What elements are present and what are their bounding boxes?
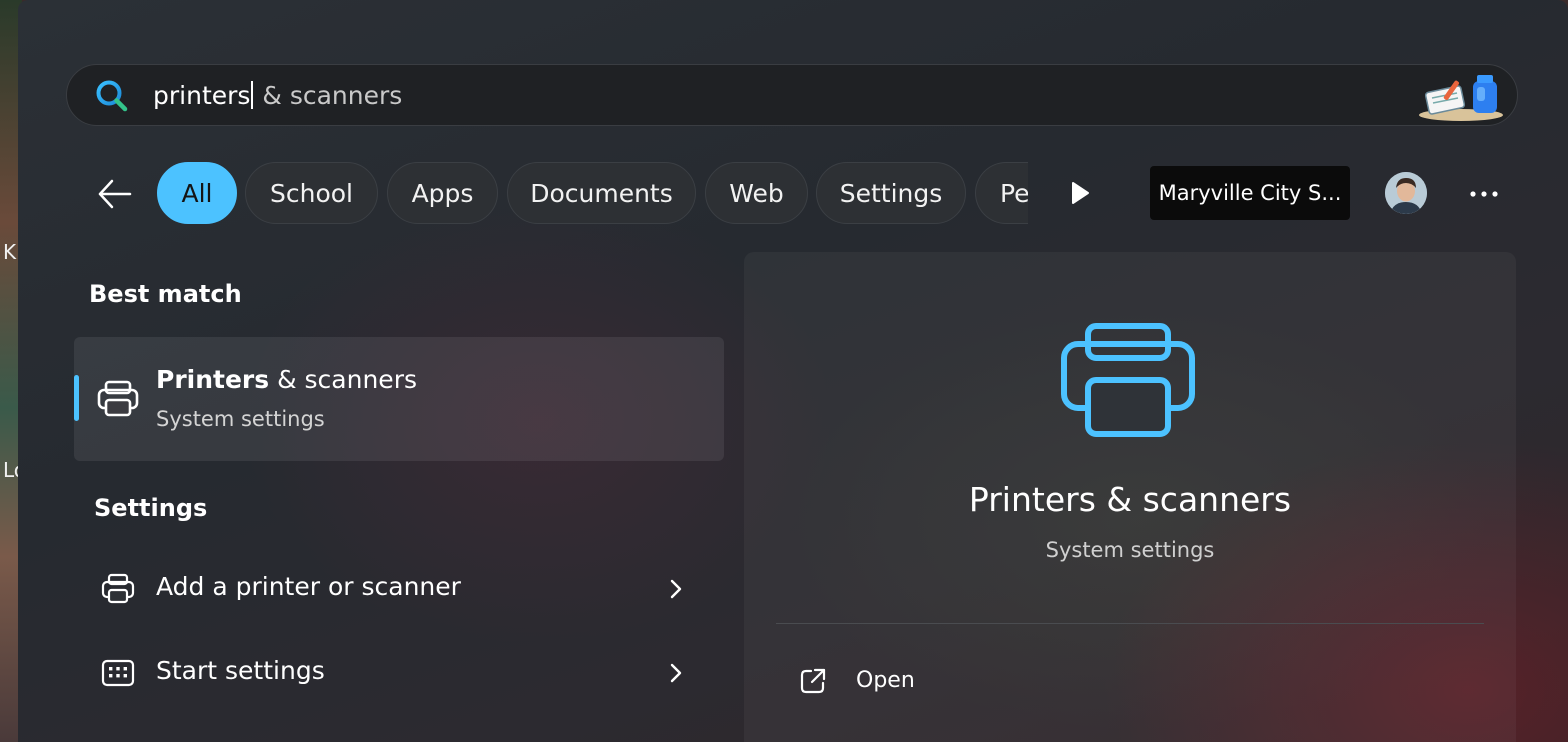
open-action-button[interactable]: Open — [776, 652, 1076, 712]
printer-icon — [101, 573, 135, 604]
open-action-label: Open — [856, 668, 915, 693]
search-input[interactable]: printers & scanners — [153, 79, 402, 113]
search-highlight-illustration — [1419, 75, 1503, 121]
best-match-title-rest: & scanners — [269, 365, 417, 394]
search-suggestion-text: & scanners — [254, 81, 403, 110]
filter-tab-settings[interactable]: Settings — [816, 162, 966, 224]
scroll-right-play-icon[interactable] — [1068, 180, 1092, 206]
best-match-title-bold: Printers — [156, 365, 270, 394]
chevron-right-icon — [670, 663, 682, 683]
selection-indicator — [74, 375, 79, 421]
setting-item-start-settings[interactable]: Start settings — [74, 638, 724, 708]
setting-item-label: Add a printer or scanner — [156, 572, 461, 601]
filter-tab-apps[interactable]: Apps — [387, 162, 498, 224]
open-external-icon — [800, 668, 826, 694]
search-icon — [96, 80, 128, 112]
avatar-photo-icon — [1385, 172, 1427, 214]
filter-tab-people[interactable]: Pe — [975, 162, 1028, 224]
start-search-panel: printers & scanners All School Apps Docu… — [18, 0, 1568, 742]
best-match-result[interactable]: Printers & scanners System settings — [74, 337, 724, 461]
preview-subtitle: System settings — [1045, 538, 1215, 562]
setting-item-add-printer[interactable]: Add a printer or scanner — [74, 554, 724, 624]
back-arrow-icon[interactable] — [94, 174, 134, 214]
setting-item-label: Start settings — [156, 656, 325, 685]
result-preview-pane: Printers & scanners System settings Open — [744, 252, 1516, 742]
organization-account-badge[interactable]: Maryville City S... — [1150, 166, 1350, 220]
start-settings-icon — [101, 659, 135, 687]
search-box[interactable]: printers & scanners — [66, 64, 1518, 126]
chevron-right-icon — [670, 579, 682, 599]
more-options-icon[interactable] — [1464, 180, 1504, 208]
preview-title: Printers & scanners — [968, 480, 1292, 519]
best-match-subtitle: System settings — [156, 407, 325, 431]
search-typed-text: printers — [153, 81, 251, 110]
desktop-label-fragment: K — [3, 240, 17, 264]
filter-tab-school[interactable]: School — [245, 162, 378, 224]
filter-tab-all[interactable]: All — [157, 162, 237, 224]
settings-section-heading: Settings — [94, 494, 208, 522]
filter-tab-web[interactable]: Web — [705, 162, 808, 224]
user-avatar[interactable] — [1385, 172, 1427, 214]
best-match-title: Printers & scanners — [156, 365, 417, 394]
printer-large-icon — [1061, 323, 1195, 437]
best-match-heading: Best match — [89, 280, 242, 308]
printer-icon — [97, 380, 139, 417]
filter-tab-documents[interactable]: Documents — [507, 162, 696, 224]
preview-divider — [776, 623, 1484, 624]
